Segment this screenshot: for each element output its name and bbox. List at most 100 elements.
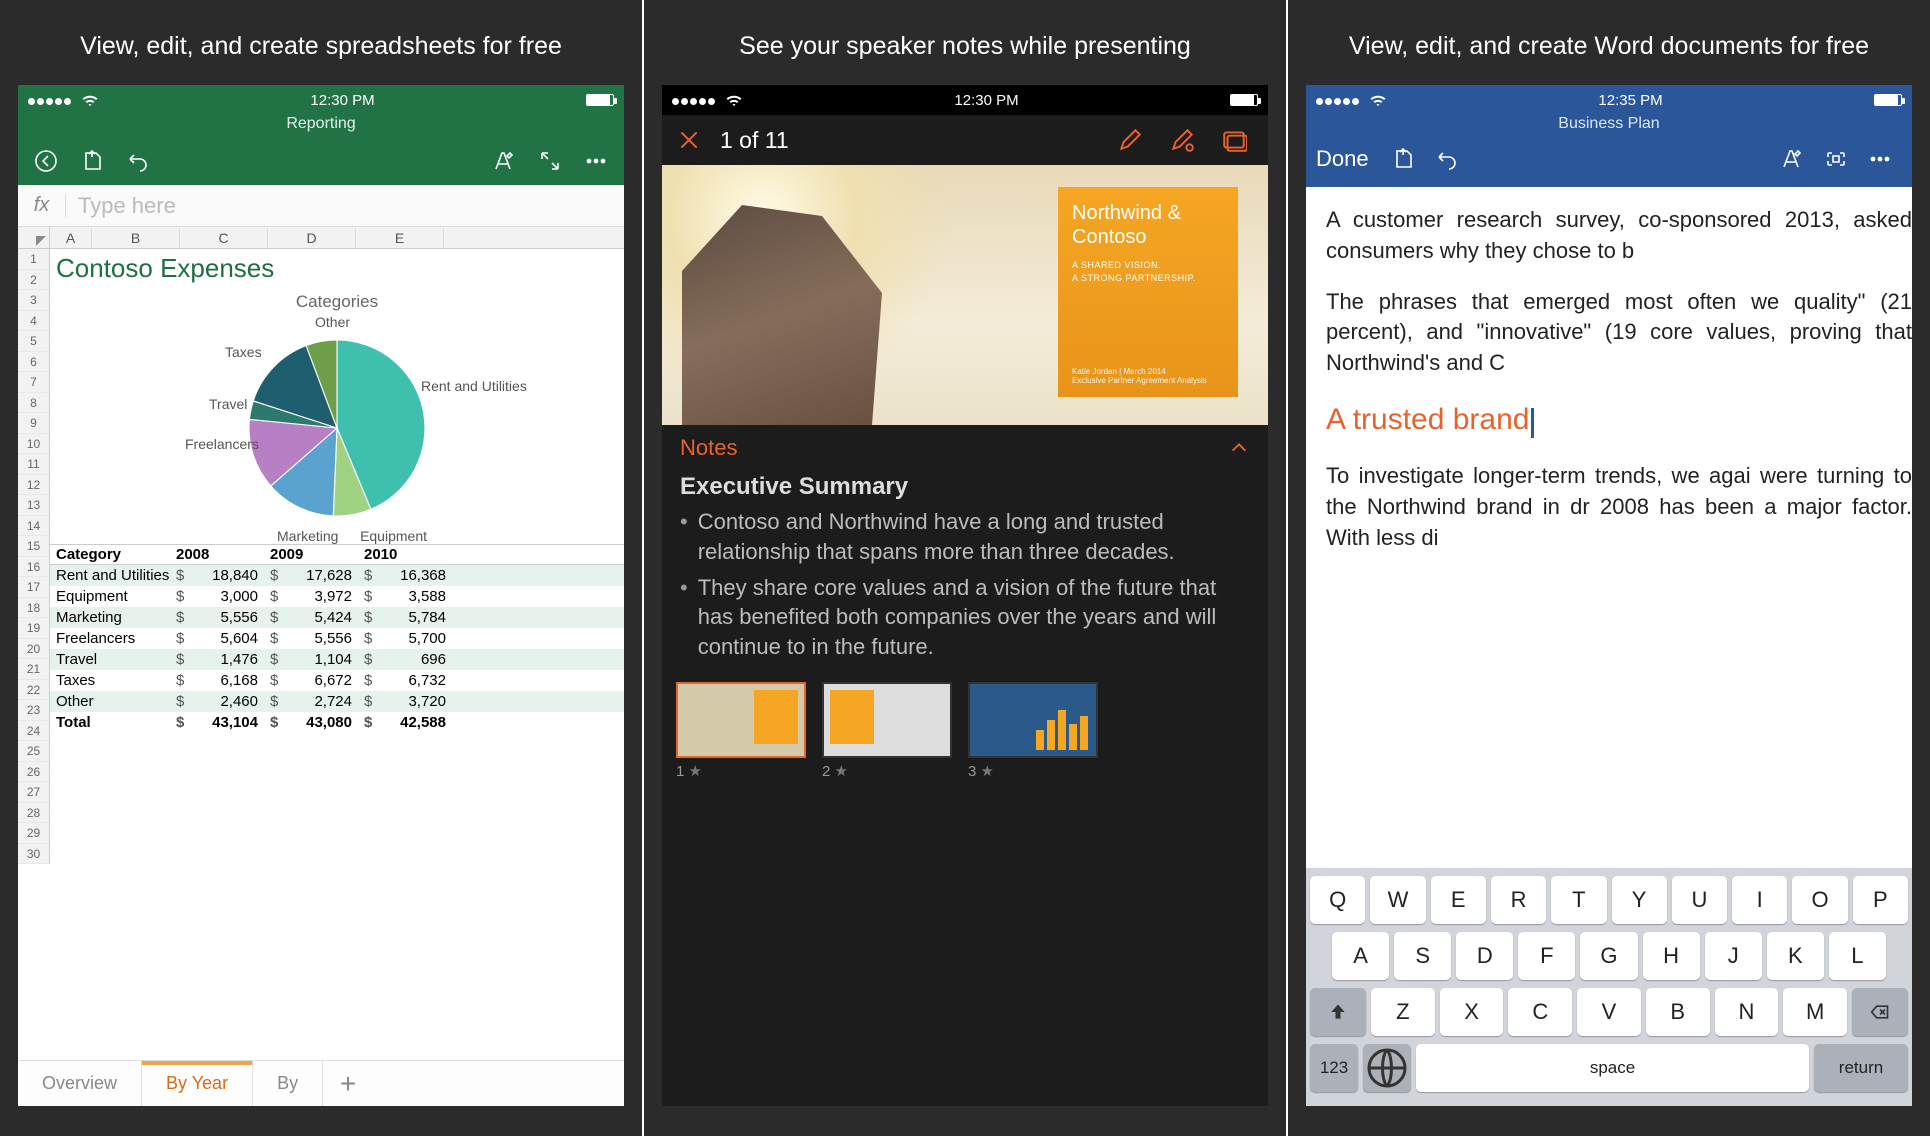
slide-thumbnails: 1 ★ 2 ★ 3 ★: [662, 668, 1268, 794]
signal-icon: [672, 92, 717, 109]
wifi-icon: [81, 91, 99, 109]
key-c[interactable]: C: [1508, 988, 1572, 1036]
slide-title: Northwind & Contoso: [1072, 201, 1224, 249]
share-button[interactable]: [1381, 141, 1425, 177]
keyboard: QWERTYUIOP ASDFGHJKL ZXCVBNM 123 space r…: [1306, 868, 1912, 1106]
share-button[interactable]: [72, 141, 112, 181]
key-h[interactable]: H: [1643, 932, 1700, 980]
key-n[interactable]: N: [1715, 988, 1779, 1036]
key-w[interactable]: W: [1370, 876, 1425, 924]
undo-button[interactable]: [1425, 141, 1469, 177]
data-table: Category200820092010Rent and Utilities$1…: [50, 544, 624, 733]
key-y[interactable]: Y: [1612, 876, 1667, 924]
key-d[interactable]: D: [1456, 932, 1513, 980]
paragraph: To investigate longer-term trends, we ag…: [1326, 461, 1912, 553]
status-bar: 12:30 PM: [18, 85, 624, 115]
back-button[interactable]: [26, 141, 66, 181]
key-f[interactable]: F: [1518, 932, 1575, 980]
key-b[interactable]: B: [1646, 988, 1710, 1036]
text-cursor: [1531, 408, 1534, 438]
status-time: 12:30 PM: [310, 92, 374, 109]
key-i[interactable]: I: [1732, 876, 1787, 924]
key-o[interactable]: O: [1792, 876, 1847, 924]
toolbar: Done: [1306, 137, 1912, 187]
thumb-3[interactable]: 3 ★: [968, 682, 1098, 780]
toolbar: [18, 137, 624, 185]
slideshow-button[interactable]: [1214, 120, 1254, 160]
undo-button[interactable]: [118, 141, 158, 181]
sheet-tabs: Overview By Year By +: [18, 1060, 624, 1106]
format-button[interactable]: [484, 141, 524, 181]
close-button[interactable]: [676, 127, 702, 153]
paragraph: A customer research survey, co-sponsored…: [1326, 205, 1912, 267]
expand-button[interactable]: [530, 141, 570, 181]
key-l[interactable]: L: [1829, 932, 1886, 980]
key-r[interactable]: R: [1491, 876, 1546, 924]
tab-by-year[interactable]: By Year: [142, 1061, 253, 1106]
key-u[interactable]: U: [1672, 876, 1727, 924]
tab-overview[interactable]: Overview: [18, 1061, 142, 1106]
formula-input[interactable]: Type here: [66, 193, 624, 219]
panel-caption: View, edit, and create Word documents fo…: [1306, 0, 1912, 85]
row-numbers: 1234567891011121314151617181920212223242…: [18, 249, 50, 864]
chart-title: Contoso Expenses: [50, 249, 624, 284]
more-button[interactable]: [576, 141, 616, 181]
format-button[interactable]: [1770, 141, 1814, 177]
excel-phone: 12:30 PM Reporting fx Type here A B C D …: [18, 85, 624, 1106]
speaker-notes: Executive Summary Contoso and Northwind …: [662, 471, 1268, 668]
pie-chart: Categories Other Taxes Travel Freelancer…: [50, 284, 624, 538]
doc-title: Reporting: [18, 115, 624, 137]
more-button[interactable]: [1858, 141, 1902, 177]
thumb-2[interactable]: 2 ★: [822, 682, 952, 780]
key-x[interactable]: X: [1440, 988, 1504, 1036]
wifi-icon: [725, 91, 743, 109]
battery-icon: [586, 94, 614, 106]
key-p[interactable]: P: [1853, 876, 1908, 924]
reflow-button[interactable]: [1814, 141, 1858, 177]
backspace-key[interactable]: [1852, 988, 1908, 1036]
key-s[interactable]: S: [1394, 932, 1451, 980]
toolbar: 1 of 11: [662, 115, 1268, 165]
spreadsheet[interactable]: A B C D E 123456789101112131415161718192…: [18, 227, 624, 1060]
ppt-phone: 12:30 PM 1 of 11 Northwind & Contoso A S…: [662, 85, 1268, 1106]
slide-counter: 1 of 11: [720, 127, 789, 154]
add-tab-button[interactable]: +: [323, 1061, 373, 1106]
notes-toggle[interactable]: Notes: [662, 425, 1268, 471]
status-time: 12:30 PM: [954, 92, 1018, 109]
panel-caption: View, edit, and create spreadsheets for …: [18, 0, 624, 85]
signal-icon: [28, 92, 73, 109]
column-headers: A B C D E: [18, 227, 624, 249]
settings-button[interactable]: [1162, 120, 1202, 160]
key-a[interactable]: A: [1332, 932, 1389, 980]
key-v[interactable]: V: [1577, 988, 1641, 1036]
key-e[interactable]: E: [1431, 876, 1486, 924]
key-j[interactable]: J: [1705, 932, 1762, 980]
status-time: 12:35 PM: [1598, 92, 1662, 109]
doc-title: Business Plan: [1306, 115, 1912, 137]
thumb-1[interactable]: 1 ★: [676, 682, 806, 780]
heading: A trusted brand: [1326, 403, 1529, 436]
key-z[interactable]: Z: [1371, 988, 1435, 1036]
slide-preview[interactable]: Northwind & Contoso A SHARED VISION.A ST…: [662, 165, 1268, 425]
numeric-key[interactable]: 123: [1310, 1044, 1358, 1092]
panel-caption: See your speaker notes while presenting: [662, 0, 1268, 85]
edit-button[interactable]: [1110, 120, 1150, 160]
status-bar: 12:35 PM: [1306, 85, 1912, 115]
document-body[interactable]: A customer research survey, co-sponsored…: [1306, 187, 1912, 868]
status-bar: 12:30 PM: [662, 85, 1268, 115]
word-phone: 12:35 PM Business Plan Done A customer r…: [1306, 85, 1912, 1106]
done-button[interactable]: Done: [1316, 146, 1369, 172]
key-t[interactable]: T: [1551, 876, 1606, 924]
key-q[interactable]: Q: [1310, 876, 1365, 924]
fx-icon: fx: [18, 194, 66, 217]
battery-icon: [1874, 94, 1902, 106]
space-key[interactable]: space: [1416, 1044, 1809, 1092]
globe-key[interactable]: [1363, 1044, 1411, 1092]
paragraph: The phrases that emerged most often we q…: [1326, 287, 1912, 379]
key-k[interactable]: K: [1767, 932, 1824, 980]
key-g[interactable]: G: [1580, 932, 1637, 980]
key-m[interactable]: M: [1783, 988, 1847, 1036]
shift-key[interactable]: [1310, 988, 1366, 1036]
tab-by[interactable]: By: [253, 1061, 323, 1106]
return-key[interactable]: return: [1814, 1044, 1908, 1092]
